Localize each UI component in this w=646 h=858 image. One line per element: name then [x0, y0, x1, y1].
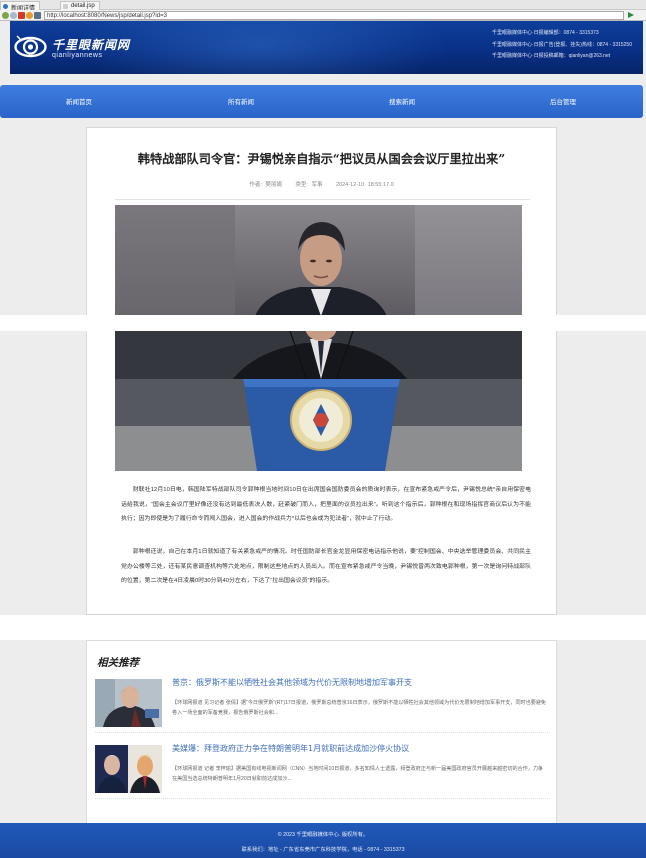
- related-headline[interactable]: 普京：俄罗斯不能以牺牲社会其他领域为代价无限制地增加军事开支: [172, 677, 412, 688]
- contact-line: 千里眼融媒体中心·日报广告(登报、挂失)热线：0874 - 3315250: [491, 41, 632, 48]
- article-photo: [115, 205, 522, 316]
- url-input[interactable]: http://localhost:8080/News/jsp/detail.js…: [44, 11, 624, 20]
- article-card-continued: 财联社12月10日电，韩国陆军特战部队司令郭种根当地时间10日在出席国会国防委员…: [86, 331, 557, 615]
- site-header: 千里眼新闻网 qianliyannews 千里眼融媒体中心·日报编辑部：0874…: [10, 21, 643, 74]
- article-title: 韩特战部队司令官：尹锡悦亲自指示“把议员从国会会议厅里拉出来”: [137, 152, 506, 166]
- site-footer: © 2023 千里眼融媒体中心. 版权所有。 联系我们：地址 - 广东省东莞市广…: [0, 823, 646, 858]
- article-author: 作者: 樊丽娟: [249, 182, 282, 188]
- nav-all-news[interactable]: 所有新闻: [228, 96, 254, 106]
- article-datetime: 2024-12-10 18:55:17.0: [336, 182, 394, 188]
- eye-logo-icon: [14, 35, 47, 58]
- related-summary: 【环球网报道 记者 李梓瑜】据美国有线电视新闻网（CNN）当地时间10日报道，多…: [172, 766, 544, 782]
- browser-tab-bar: 新闻详情 detail.jsp: [0, 0, 646, 12]
- contact-line: 千里眼融媒体中心·日报投稿邮箱：qianliyan@263.net: [491, 53, 611, 59]
- nav-home[interactable]: 新闻首页: [66, 96, 92, 106]
- nav-admin[interactable]: 后台管理: [550, 96, 576, 106]
- browser-tab-detail-jsp[interactable]: detail.jsp: [60, 1, 100, 10]
- related-item[interactable]: 美媒爆：拜登政府正力争在特朗普明年1月就职前达成加沙停火协议 【环球网报道 记者…: [95, 743, 550, 799]
- related-title: 相关推荐: [97, 657, 139, 669]
- home-icon[interactable]: [34, 12, 41, 19]
- forward-icon[interactable]: [10, 12, 17, 19]
- globe-icon: [3, 4, 8, 9]
- article-card: 韩特战部队司令官：尹锡悦亲自指示“把议员从国会会议厅里拉出来” 作者: 樊丽娟 …: [86, 127, 557, 316]
- page-gap: [0, 315, 646, 331]
- contact-line: 千里眼融媒体中心·日报编辑部：0874 - 3315373: [491, 30, 599, 36]
- related-item[interactable]: 普京：俄罗斯不能以牺牲社会其他领域为代价无限制地增加军事开支 【环球网报道 见习…: [95, 677, 550, 733]
- article-paragraph: 郭种根还说，自己在本月1日就知道了有关紧急戒严的情况。时任国防部长官金龙显用保密…: [121, 549, 531, 584]
- footer-copyright: © 2023 千里眼融媒体中心. 版权所有。: [277, 832, 369, 838]
- browser-tab-news-detail[interactable]: 新闻详情: [0, 1, 41, 12]
- biden-trump-thumbnail: [95, 745, 162, 793]
- tab-label: detail.jsp: [71, 3, 95, 9]
- article-paragraph: 财联社12月10日电，韩国陆军特战部队司令郭种根当地时间10日在出席国会国防委员…: [121, 487, 531, 522]
- related-thumbnail[interactable]: [95, 745, 162, 793]
- related-thumbnail[interactable]: [95, 679, 162, 727]
- article-meta: 作者: 樊丽娟 类型: 军事 2024-12-10 18:55:17.0: [87, 180, 556, 188]
- go-icon[interactable]: [628, 12, 634, 18]
- footer-contact: 联系我们：地址 - 广东省东莞市广东科技学院，电话 - 0874 - 33153…: [241, 847, 405, 853]
- refresh-icon[interactable]: [26, 12, 33, 19]
- stop-icon[interactable]: [18, 12, 25, 19]
- article-photo-continued: [115, 331, 522, 471]
- contact-info: 千里眼融媒体中心·日报编辑部：0874 - 3315373 千里眼融媒体中心·日…: [492, 28, 632, 63]
- putin-thumbnail: [95, 679, 162, 727]
- president-podium-photo: [115, 331, 522, 471]
- back-icon[interactable]: [2, 12, 9, 19]
- page-icon: [63, 4, 68, 9]
- divider: [115, 199, 530, 200]
- site-logo-text[interactable]: 千里眼新闻网: [52, 36, 130, 53]
- president-photo-upper: [115, 205, 522, 316]
- related-section: 相关推荐 普京：俄罗斯不能以牺牲社会其他领域为代价无限制地增加军事开支 【环球网…: [86, 640, 557, 823]
- browser-address-bar: http://localhost:8080/News/jsp/detail.js…: [0, 10, 646, 21]
- page-gap: [0, 615, 646, 640]
- site-logo-subtext: qianliyannews: [52, 52, 103, 59]
- nav-search-news[interactable]: 搜索新闻: [389, 96, 415, 106]
- article-category: 类型: 军事: [295, 182, 323, 188]
- related-summary: 【环球网报道 见习记者 张倩】据“今日俄罗斯”(RT)17日报道，俄罗斯总统普京…: [172, 700, 547, 716]
- main-nav: 新闻首页 所有新闻 搜索新闻 后台管理: [0, 85, 643, 118]
- related-headline[interactable]: 美媒爆：拜登政府正力争在特朗普明年1月就职前达成加沙停火协议: [172, 743, 409, 754]
